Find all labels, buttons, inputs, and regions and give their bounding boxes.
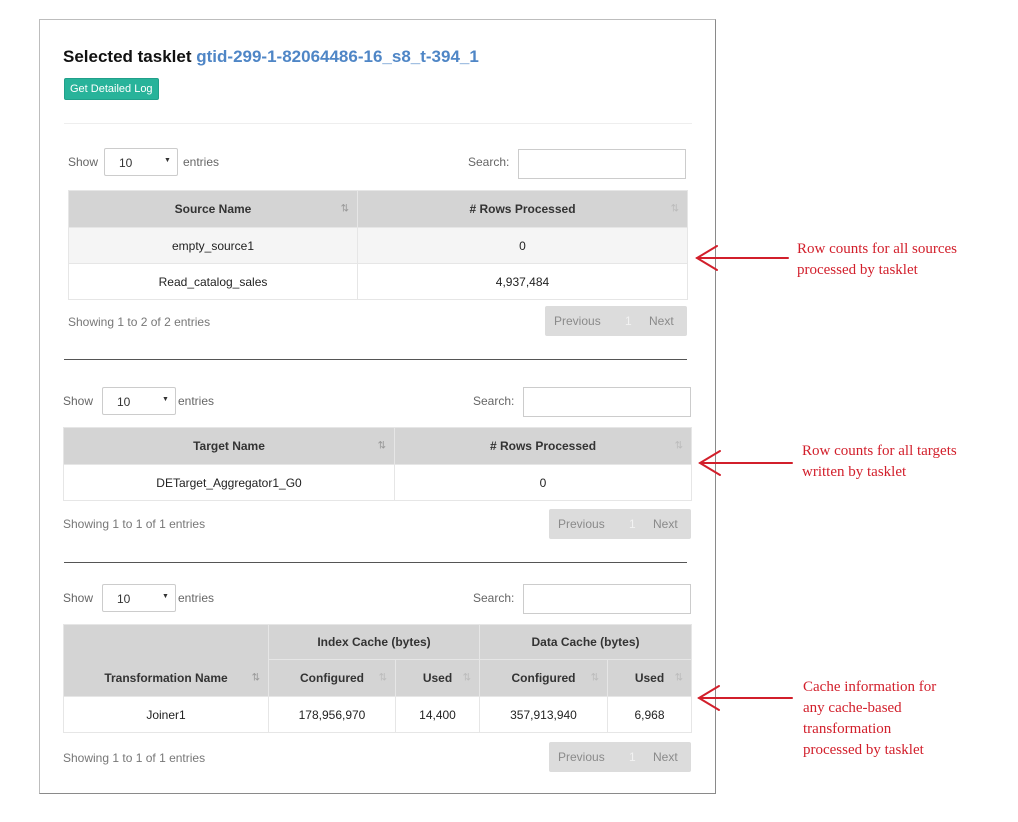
annotation-targets: Row counts for all targets written by ta… — [802, 441, 957, 483]
annotation-sources: Row counts for all sources processed by … — [797, 239, 957, 281]
annotation-line: Row counts for all sources — [797, 241, 957, 257]
annotation-line: written by tasklet — [802, 464, 907, 480]
annotation-line: Row counts for all targets — [802, 443, 957, 459]
arrow-icon — [697, 685, 793, 711]
arrow-icon — [698, 450, 793, 476]
annotation-line: transformation — [803, 721, 892, 737]
annotation-line: Cache information for — [803, 679, 937, 695]
annotation-line: processed by tasklet — [797, 262, 918, 278]
arrow-icon — [695, 245, 789, 271]
annotation-line: any cache-based — [803, 700, 902, 716]
annotation-line: processed by tasklet — [803, 742, 924, 758]
annotation-cache: Cache information for any cache-based tr… — [803, 677, 936, 761]
